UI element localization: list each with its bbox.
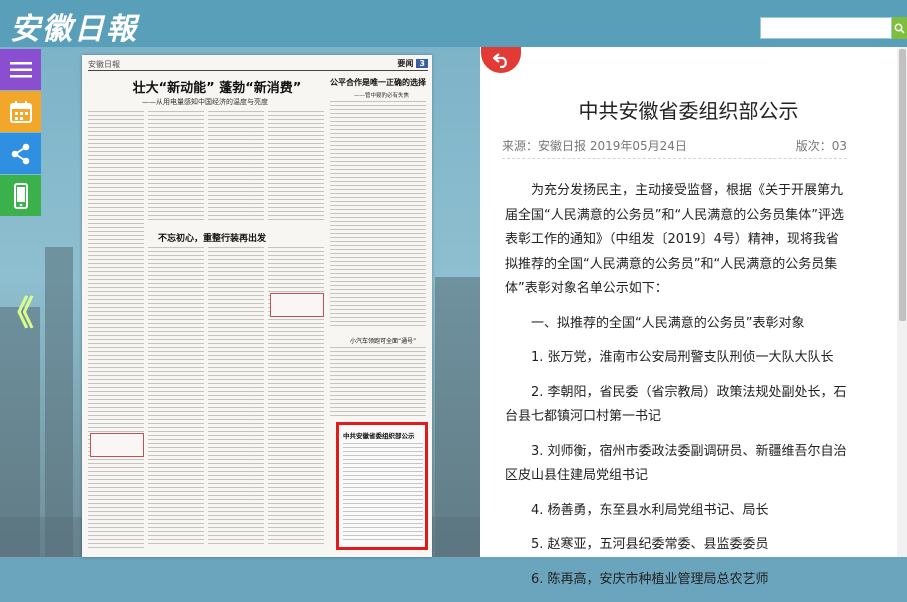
paper-text-column [268,111,324,221]
paper-headline-2[interactable]: 不忘初心，重整行装再出发 [158,231,266,244]
article-paragraph: 5. 赵寒亚，五河县纪委常委、县监委委员 [531,537,769,552]
calendar-button[interactable] [0,91,41,132]
paper-pull-quote [90,433,144,457]
paper-text-column [208,247,264,547]
article-paragraph: 3. 刘师衡，宿州市委政法委副调研员、新疆维吾尔自治区皮山县住建局党组书记 [505,443,847,484]
article-page: 版次：03 [795,139,847,153]
article-source: 来源：安徽日报 [502,139,587,153]
article-scrollbar-thumb[interactable] [899,49,906,321]
paper-subhead: ——从用电量感知中国经济的温度与亮度 [142,98,268,106]
article-paragraph: 6. 陈再高，安庆市种植业管理局总农艺师 [531,571,769,587]
search-icon [894,23,905,34]
previous-page-arrow[interactable]: 《 [0,286,34,335]
article-source-date: 来源：安徽日报 2019年05月24日 [502,137,687,154]
search-input[interactable] [760,17,892,39]
paper-side-headline[interactable]: 公平合作是唯一正确的选择 [330,77,426,88]
article-paragraph: 4. 杨善勇，东至县水利局党组书记、局长 [531,502,769,518]
share-button[interactable] [0,133,41,174]
article-paragraph: 一、拟推荐的全国“人民满意的公务员”表彰对象 [531,315,805,331]
paper-text-column [148,247,204,547]
share-icon [11,143,29,164]
paper-text-column [268,247,324,547]
article-meta: 来源：安徽日报 2019年05月24日 版次：03 [502,137,847,154]
paper-top-rule [88,70,428,71]
paper-pull-quote [270,293,324,317]
paper-text-column [148,111,204,221]
article-paragraph: 1. 张万党，淮南市公安局刑警支队刑侦一大队大队长 [531,350,834,365]
search-button[interactable] [892,17,907,39]
paper-headline[interactable]: 壮大“新动能” 蓬勃“新消费” [122,77,312,96]
article-date: 2019年05月24日 [589,139,687,153]
paper-text-column [343,443,423,543]
article-body: 为充分发扬民主，主动接受监督，根据《关于开展第九届全国“人民满意的公务员”和“人… [505,179,850,602]
article-paragraph: 为充分发扬民主，主动接受监督，根据《关于开展第九届全国“人民满意的公务员”和“人… [505,183,844,296]
menu-icon [9,61,32,77]
paper-text-column [330,347,426,417]
site-logo[interactable]: 安徽日報 [10,4,138,47]
highlighted-article-title: 中共安徽省委组织部公示 [343,432,415,440]
paper-headline-3[interactable]: 小汽车领跑可全面“通号” [350,336,416,345]
paper-text-column [88,111,144,551]
paper-section: 要闻 3 [397,58,428,69]
calendar-icon [9,100,32,123]
article-paragraph: 2. 李朝阳，省民委（省宗教局）政策法规处副处长，石台县七都镇河口村第一书记 [505,384,847,425]
menu-button[interactable] [0,49,41,90]
newspaper-page[interactable]: 安徽日報 要闻 3 壮大“新动能” 蓬勃“新消费” ——从用电量感知中国经济的温度… [82,55,432,557]
meta-divider [502,158,847,159]
paper-masthead: 安徽日報 [88,60,120,69]
back-arrow-icon [492,53,507,68]
paper-section-label: 要闻 [397,59,414,68]
paper-side-subhead: ——管中窥豹必有失焦 [354,93,410,99]
mobile-button[interactable] [0,175,41,216]
paper-text-column [208,111,264,221]
article-title: 中共安徽省委组织部公示 [578,99,799,123]
highlighted-article-box[interactable]: 中共安徽省委组织部公示 [336,422,428,550]
paper-text-column [330,101,426,329]
paper-section-number: 3 [416,59,428,68]
mobile-icon [13,182,28,209]
